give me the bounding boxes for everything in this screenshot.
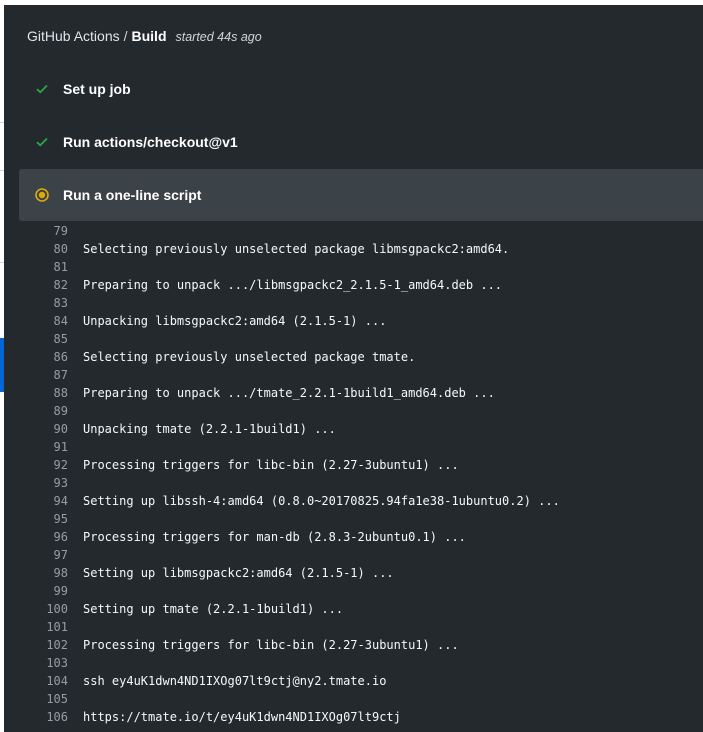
log-line-number[interactable]: 85 <box>4 332 68 346</box>
log-line-number[interactable]: 99 <box>4 584 68 598</box>
step-log-output: 79 80 Selecting previously unselected pack… <box>4 222 703 726</box>
log-line-number[interactable]: 95 <box>4 512 68 526</box>
step-set-up-job[interactable]: Set up job <box>19 63 703 115</box>
log-line-number[interactable]: 98 <box>4 566 68 580</box>
log-line: 95 <box>4 510 703 528</box>
log-line-number[interactable]: 90 <box>4 422 68 436</box>
log-line: 85 <box>4 330 703 348</box>
log-line-text: Setting up tmate (2.2.1-1build1) ... <box>83 602 344 616</box>
check-icon <box>35 135 49 149</box>
log-line: 91 <box>4 438 703 456</box>
log-line-number[interactable]: 79 <box>4 224 68 238</box>
log-line: 79 <box>4 222 703 240</box>
log-line: 94 Setting up libssh-4:amd64 (0.8.0~20170… <box>4 492 703 510</box>
log-line-number[interactable]: 103 <box>4 656 68 670</box>
log-line: 104 ssh ey4uK1dwn4ND1IXOg07lt9ctj@ny2.tma… <box>4 672 703 690</box>
log-line: 84 Unpacking libmsgpackc2:amd64 (2.1.5-1)… <box>4 312 703 330</box>
step-run-checkout[interactable]: Run actions/checkout@v1 <box>19 116 703 168</box>
log-line-number[interactable]: 102 <box>4 638 68 652</box>
log-line-number[interactable]: 82 <box>4 278 68 292</box>
log-line-text: Preparing to unpack .../libmsgpackc2_2.1… <box>83 278 503 292</box>
log-line-text: https://tmate.io/t/ey4uK1dwn4ND1IXOg07lt… <box>83 710 401 724</box>
log-line: 82 Preparing to unpack .../libmsgpackc2_2… <box>4 276 703 294</box>
log-line: 90 Unpacking tmate (2.2.1-1build1) ... <box>4 420 703 438</box>
log-line: 100 Setting up tmate (2.2.1-1build1) ... <box>4 600 703 618</box>
log-line-text: ssh ey4uK1dwn4ND1IXOg07lt9ctj@ny2.tmate.… <box>83 674 387 688</box>
log-line: 101 <box>4 618 703 636</box>
log-line-text: Processing triggers for libc-bin (2.27-3… <box>83 458 459 472</box>
run-started-time: started 44s ago <box>175 30 262 44</box>
check-icon <box>35 82 49 96</box>
breadcrumb-workflow[interactable]: Build <box>132 28 167 44</box>
breadcrumb-separator: / <box>123 28 128 44</box>
breadcrumb-app[interactable]: GitHub Actions <box>27 28 120 44</box>
log-line: 99 <box>4 582 703 600</box>
log-line-number[interactable]: 92 <box>4 458 68 472</box>
log-line: 97 <box>4 546 703 564</box>
log-line-text: Processing triggers for libc-bin (2.27-3… <box>83 638 459 652</box>
log-line-number[interactable]: 104 <box>4 674 68 688</box>
log-line-text: Unpacking libmsgpackc2:amd64 (2.1.5-1) .… <box>83 314 387 328</box>
log-line: 106 https://tmate.io/t/ey4uK1dwn4ND1IXOg0… <box>4 708 703 726</box>
log-line: 105 <box>4 690 703 708</box>
log-line-number[interactable]: 87 <box>4 368 68 382</box>
in-progress-icon <box>35 188 49 202</box>
log-line-number[interactable]: 101 <box>4 620 68 634</box>
log-line-text: Unpacking tmate (2.2.1-1build1) ... <box>83 422 336 436</box>
log-line: 89 <box>4 402 703 420</box>
step-label: Run actions/checkout@v1 <box>63 134 238 150</box>
step-label: Run a one-line script <box>63 187 202 203</box>
log-line-text: Setting up libmsgpackc2:amd64 (2.1.5-1) … <box>83 566 394 580</box>
log-line: 93 <box>4 474 703 492</box>
log-line: 80 Selecting previously unselected packag… <box>4 240 703 258</box>
log-line: 88 Preparing to unpack .../tmate_2.2.1-1b… <box>4 384 703 402</box>
log-line: 102 Processing triggers for libc-bin (2.2… <box>4 636 703 654</box>
log-line-number[interactable]: 94 <box>4 494 68 508</box>
log-line-number[interactable]: 84 <box>4 314 68 328</box>
log-line-text: Preparing to unpack .../tmate_2.2.1-1bui… <box>83 386 495 400</box>
step-label: Set up job <box>63 81 131 97</box>
log-line-number[interactable]: 91 <box>4 440 68 454</box>
log-line-number[interactable]: 89 <box>4 404 68 418</box>
log-line-number[interactable]: 106 <box>4 710 68 724</box>
log-line-number[interactable]: 80 <box>4 242 68 256</box>
log-line-text: Setting up libssh-4:amd64 (0.8.0~2017082… <box>83 494 560 508</box>
step-run-one-line-script[interactable]: Run a one-line script <box>19 169 703 221</box>
log-line-text: Selecting previously unselected package … <box>83 242 510 256</box>
log-line: 92 Processing triggers for libc-bin (2.27… <box>4 456 703 474</box>
log-line-number[interactable]: 97 <box>4 548 68 562</box>
log-line-number[interactable]: 86 <box>4 350 68 364</box>
log-line-number[interactable]: 105 <box>4 692 68 706</box>
log-line: 87 <box>4 366 703 384</box>
log-line-text: Selecting previously unselected package … <box>83 350 416 364</box>
log-line-number[interactable]: 81 <box>4 260 68 274</box>
log-line-number[interactable]: 88 <box>4 386 68 400</box>
log-line-number[interactable]: 93 <box>4 476 68 490</box>
job-log-panel: GitHub Actions / Build started 44s ago S… <box>4 5 703 732</box>
log-line: 103 <box>4 654 703 672</box>
log-line-text: Processing triggers for man-db (2.8.3-2u… <box>83 530 466 544</box>
log-line: 83 <box>4 294 703 312</box>
log-line-number[interactable]: 83 <box>4 296 68 310</box>
log-line-number[interactable]: 100 <box>4 602 68 616</box>
log-line-number[interactable]: 96 <box>4 530 68 544</box>
log-line: 86 Selecting previously unselected packag… <box>4 348 703 366</box>
log-line: 81 <box>4 258 703 276</box>
log-line: 96 Processing triggers for man-db (2.8.3-… <box>4 528 703 546</box>
breadcrumb: GitHub Actions / Build started 44s ago <box>27 28 262 48</box>
log-line: 98 Setting up libmsgpackc2:amd64 (2.1.5-1… <box>4 564 703 582</box>
